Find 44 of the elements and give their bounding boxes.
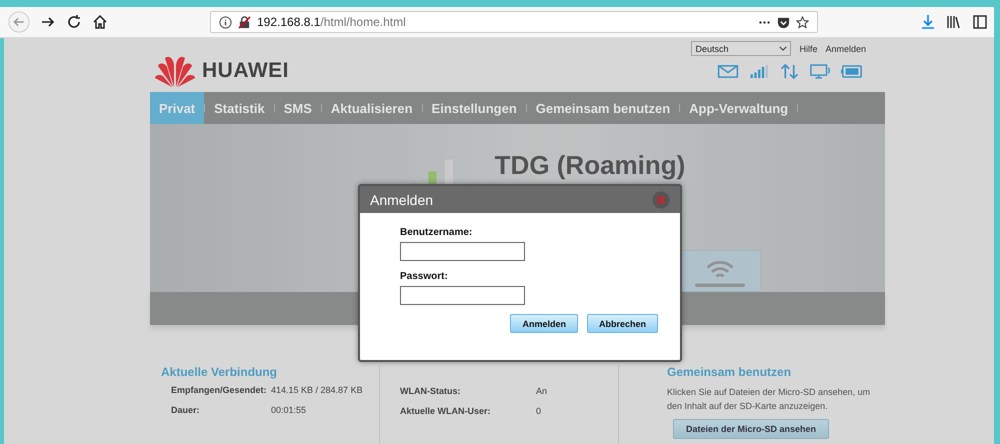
address-bar[interactable]: 192.168.8.1/html/home.html	[210, 11, 818, 33]
view-sd-files-button[interactable]: Dateien der Micro-SD ansehen	[673, 419, 830, 439]
url-text: 192.168.8.1/html/home.html	[257, 15, 406, 29]
monitor-icon	[810, 64, 832, 79]
info-icon[interactable]	[219, 16, 232, 28]
back-icon[interactable]	[8, 11, 30, 33]
star-icon[interactable]	[796, 16, 809, 28]
header-link[interactable]: Anmelden	[825, 44, 866, 54]
info-label: Aktuelle WLAN-User:	[400, 406, 492, 416]
info-label: Dauer:	[171, 405, 201, 415]
description-text: Klicken Sie auf Dateien der Micro-SD ansehen, um den Inhalt auf der SD-Karte anzuzeigen.	[667, 386, 872, 413]
info-value: 0	[536, 406, 542, 416]
field-label: Passwort:	[400, 271, 449, 282]
data-transfer-icon	[779, 64, 801, 79]
dialog-button[interactable]: Anmelden	[510, 314, 578, 333]
signal-icon	[748, 64, 770, 79]
language-select[interactable]: Deutsch	[691, 41, 792, 56]
mail-icon	[717, 64, 739, 79]
library-icon[interactable]	[946, 14, 962, 30]
info-value: An	[536, 386, 548, 396]
logo-icon	[154, 54, 196, 88]
input-field[interactable]	[400, 286, 525, 305]
field-label: Benutzername:	[400, 227, 474, 238]
network-name: TDG (Roaming)	[494, 150, 686, 181]
sidebar-icon[interactable]	[972, 14, 988, 30]
dialog-button[interactable]: Abbrechen	[586, 314, 658, 333]
wifi-card[interactable]	[679, 250, 761, 292]
download-icon[interactable]	[920, 14, 936, 30]
section-title: Gemeinsam benutzen	[667, 365, 792, 379]
header-link[interactable]: Hilfe	[799, 44, 818, 54]
info-label: WLAN-Status:	[400, 386, 462, 396]
info-value: 414.15 KB / 284.87 KB	[271, 385, 363, 395]
battery-icon	[841, 64, 863, 79]
dialog-title: Anmelden	[370, 192, 434, 208]
chevron-icon	[779, 46, 788, 51]
insecure-lock-icon[interactable]	[238, 16, 251, 28]
brand-name: HUAWEI	[202, 59, 289, 83]
reload-icon[interactable]	[66, 14, 82, 30]
input-field[interactable]	[400, 242, 525, 261]
info-label: Empfangen/Gesendet:	[171, 385, 268, 395]
home-icon[interactable]	[92, 14, 108, 30]
pocket-icon[interactable]	[777, 16, 790, 28]
info-value: 00:01:55	[271, 405, 306, 415]
section-title: Aktuelle Verbindung	[161, 365, 278, 379]
